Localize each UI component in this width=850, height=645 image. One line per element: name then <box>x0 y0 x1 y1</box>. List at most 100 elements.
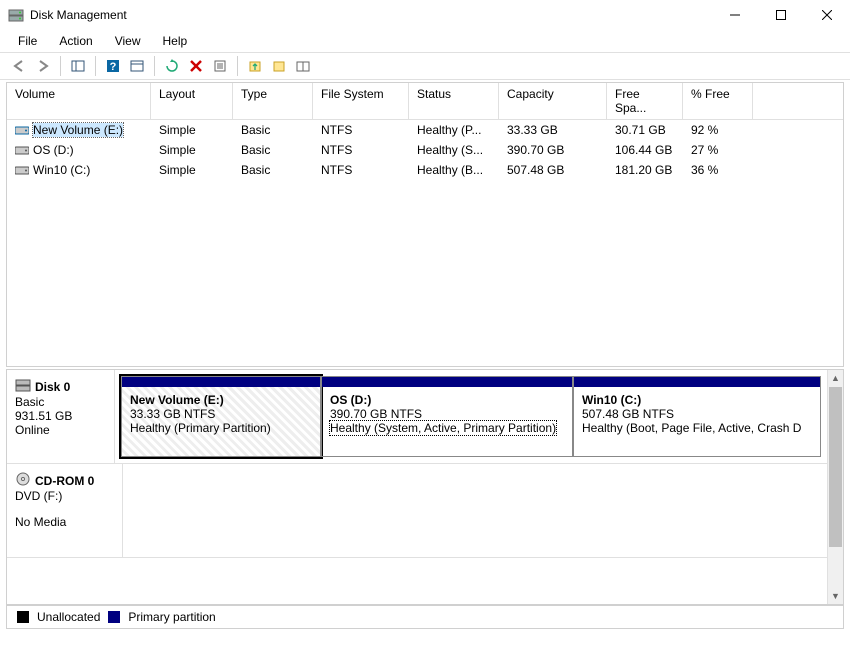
legend-primary: Primary partition <box>128 610 215 624</box>
disk-icon <box>15 378 31 395</box>
volume-capacity: 507.48 GB <box>499 161 607 179</box>
toolbar-sep <box>237 56 238 76</box>
app-icon <box>8 7 24 23</box>
toolbar-sep <box>95 56 96 76</box>
menu-action[interactable]: Action <box>49 32 102 50</box>
vertical-scrollbar[interactable]: ▲ ▼ <box>827 370 843 604</box>
col-filesystem[interactable]: File System <box>313 83 409 119</box>
show-hide-button[interactable] <box>67 55 89 77</box>
col-status[interactable]: Status <box>409 83 499 119</box>
volume-row[interactable]: New Volume (E:) SimpleBasicNTFSHealthy (P… <box>7 120 843 140</box>
col-volume[interactable]: Volume <box>7 83 151 119</box>
volume-free: 106.44 GB <box>607 141 683 159</box>
partition-capbar <box>122 377 320 387</box>
maximize-button[interactable] <box>758 0 804 30</box>
action3-button[interactable] <box>292 55 314 77</box>
volume-layout: Simple <box>151 141 233 159</box>
titlebar: Disk Management <box>0 0 850 30</box>
toolbar-sep <box>154 56 155 76</box>
volume-name: New Volume (E:) <box>33 123 123 137</box>
volume-list-header: Volume Layout Type File System Status Ca… <box>7 83 843 120</box>
col-layout[interactable]: Layout <box>151 83 233 119</box>
volume-status: Healthy (P... <box>409 121 499 139</box>
action1-button[interactable] <box>244 55 266 77</box>
disk-name: CD-ROM 0 <box>35 474 94 488</box>
col-pctfree[interactable]: % Free <box>683 83 753 119</box>
drive-icon <box>15 125 29 136</box>
volume-row[interactable]: Win10 (C:) SimpleBasicNTFSHealthy (B...50… <box>7 160 843 180</box>
volume-fs: NTFS <box>313 121 409 139</box>
disk-partitions <box>123 464 827 557</box>
volume-row[interactable]: OS (D:)SimpleBasicNTFSHealthy (S...390.7… <box>7 140 843 160</box>
disk-kind: DVD (F:) <box>15 489 114 503</box>
legend-unallocated: Unallocated <box>37 610 100 624</box>
delete-button[interactable] <box>185 55 207 77</box>
partition[interactable]: Win10 (C:)507.48 GB NTFSHealthy (Boot, P… <box>573 376 821 457</box>
help-button[interactable]: ? <box>102 55 124 77</box>
action2-button[interactable] <box>268 55 290 77</box>
partition-size: 390.70 GB NTFS <box>330 407 564 421</box>
partition-capbar <box>574 377 820 387</box>
volume-fs: NTFS <box>313 161 409 179</box>
volume-fs: NTFS <box>313 141 409 159</box>
menubar: File Action View Help <box>0 30 850 52</box>
cdrom-icon <box>15 472 31 489</box>
partition[interactable]: OS (D:)390.70 GB NTFSHealthy (System, Ac… <box>321 376 573 457</box>
settings-button[interactable] <box>126 55 148 77</box>
col-freespace[interactable]: Free Spa... <box>607 83 683 119</box>
scroll-down-icon[interactable]: ▼ <box>828 588 843 604</box>
window-title: Disk Management <box>30 8 712 22</box>
unallocated-swatch <box>17 611 29 623</box>
disk-row: CD-ROM 0DVD (F:) No Media <box>7 464 827 558</box>
menu-help[interactable]: Help <box>153 32 198 50</box>
volume-name: Win10 (C:) <box>33 163 90 177</box>
drive-icon <box>15 145 29 156</box>
partition-size: 507.48 GB NTFS <box>582 407 812 421</box>
partition-status: Healthy (Boot, Page File, Active, Crash … <box>582 421 801 435</box>
menu-file[interactable]: File <box>8 32 47 50</box>
volume-layout: Simple <box>151 121 233 139</box>
col-capacity[interactable]: Capacity <box>499 83 607 119</box>
disk-state: No Media <box>15 515 114 529</box>
primary-partition-swatch <box>108 611 120 623</box>
disk-row: Disk 0Basic931.51 GBOnlineNew Volume (E:… <box>7 370 827 464</box>
scroll-up-icon[interactable]: ▲ <box>828 370 843 386</box>
volume-type: Basic <box>233 121 313 139</box>
close-button[interactable] <box>804 0 850 30</box>
volume-status: Healthy (S... <box>409 141 499 159</box>
partition[interactable]: New Volume (E:)33.33 GB NTFSHealthy (Pri… <box>121 376 321 457</box>
refresh-button[interactable] <box>161 55 183 77</box>
volume-list[interactable]: Volume Layout Type File System Status Ca… <box>6 82 844 367</box>
volume-capacity: 33.33 GB <box>499 121 607 139</box>
volume-free: 181.20 GB <box>607 161 683 179</box>
volume-layout: Simple <box>151 161 233 179</box>
disk-state: Online <box>15 423 106 437</box>
partition-status: Healthy (System, Active, Primary Partiti… <box>330 421 556 435</box>
col-type[interactable]: Type <box>233 83 313 119</box>
volume-name: OS (D:) <box>33 143 74 157</box>
partition-name: Win10 (C:) <box>582 393 812 407</box>
svg-text:?: ? <box>110 61 117 73</box>
disk-label[interactable]: Disk 0Basic931.51 GBOnline <box>7 370 115 463</box>
partition-size: 33.33 GB NTFS <box>130 407 312 421</box>
minimize-button[interactable] <box>712 0 758 30</box>
toolbar: ? <box>0 52 850 80</box>
volume-free: 30.71 GB <box>607 121 683 139</box>
disk-name: Disk 0 <box>35 380 70 394</box>
volume-status: Healthy (B... <box>409 161 499 179</box>
back-button[interactable] <box>8 55 30 77</box>
forward-button[interactable] <box>32 55 54 77</box>
partition-capbar <box>322 377 572 387</box>
partition-name: New Volume (E:) <box>130 393 312 407</box>
disk-kind: Basic <box>15 395 106 409</box>
disk-graphical-pane[interactable]: Disk 0Basic931.51 GBOnlineNew Volume (E:… <box>6 369 844 605</box>
volume-type: Basic <box>233 161 313 179</box>
legend: Unallocated Primary partition <box>6 605 844 629</box>
menu-view[interactable]: View <box>105 32 151 50</box>
properties-button[interactable] <box>209 55 231 77</box>
disk-label[interactable]: CD-ROM 0DVD (F:) No Media <box>7 464 123 557</box>
scroll-thumb[interactable] <box>829 387 842 547</box>
volume-pct: 92 % <box>683 121 753 139</box>
toolbar-sep <box>60 56 61 76</box>
disk-partitions: New Volume (E:)33.33 GB NTFSHealthy (Pri… <box>115 370 827 463</box>
